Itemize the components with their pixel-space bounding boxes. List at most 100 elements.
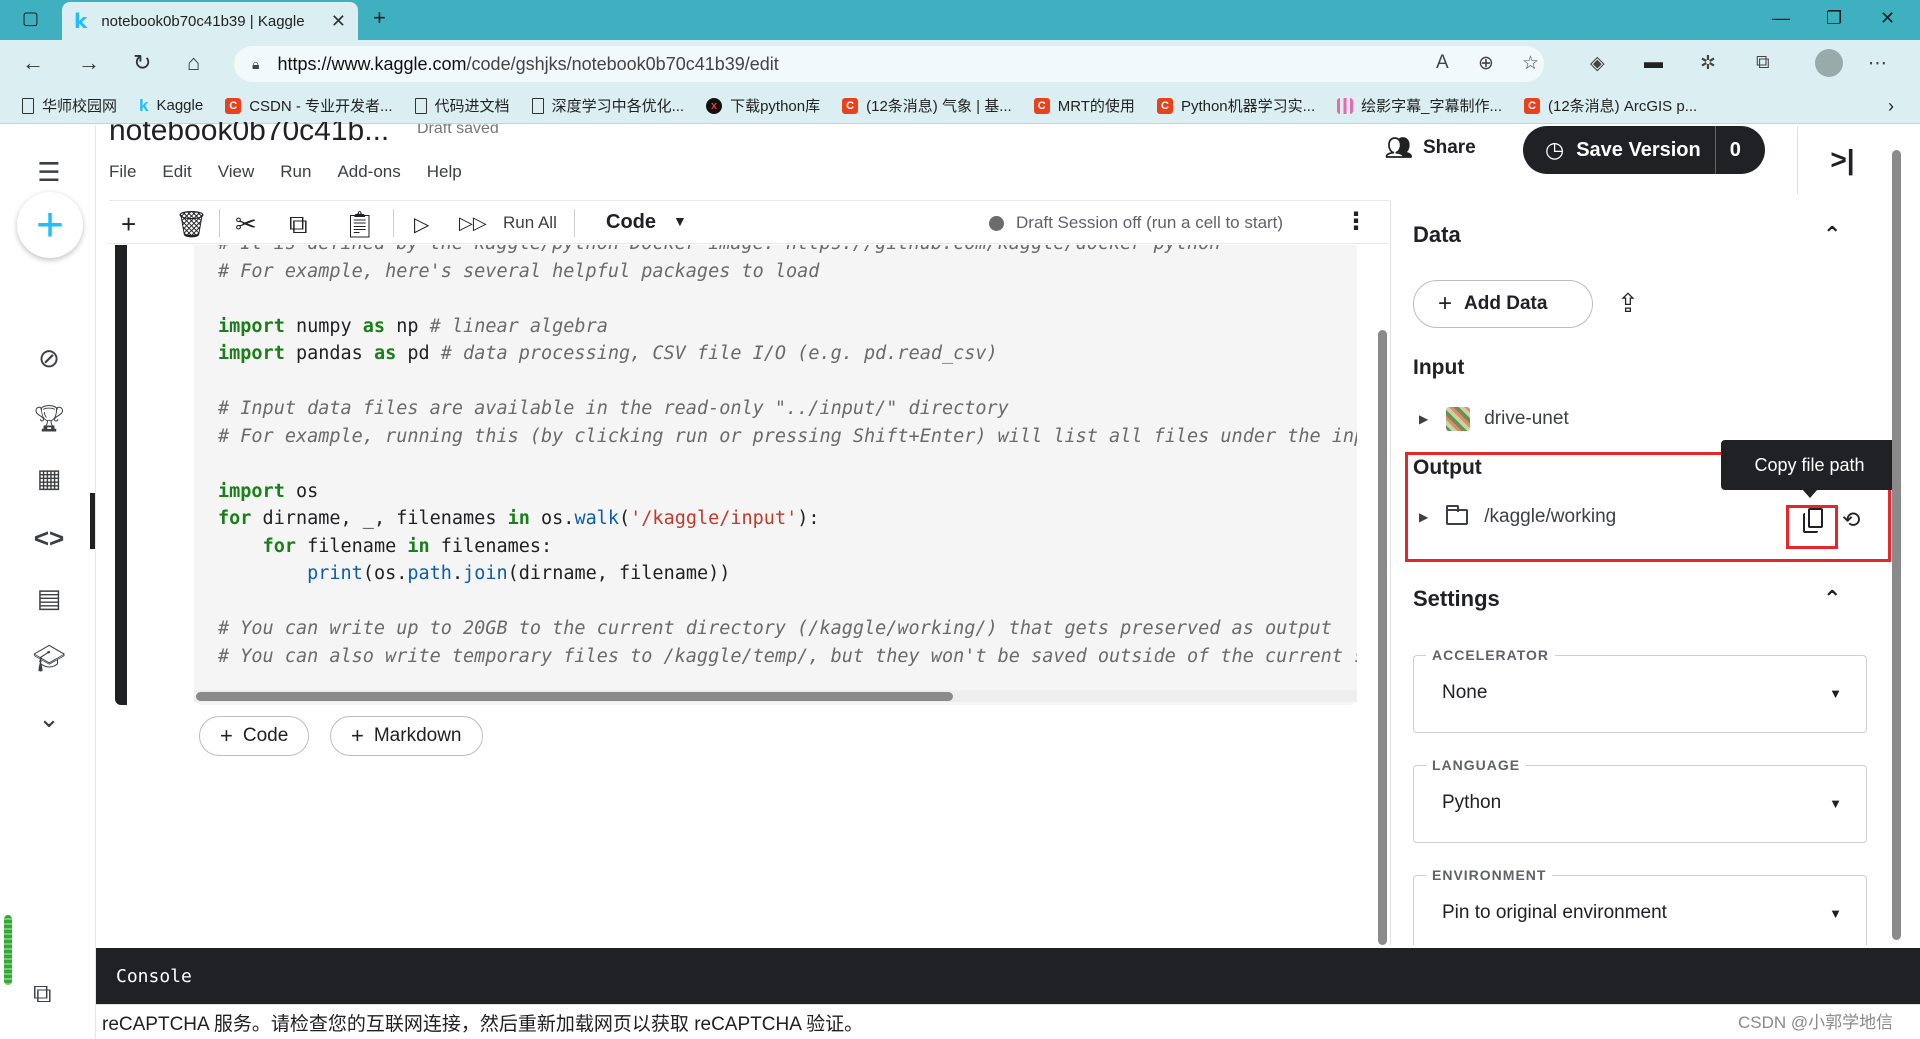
address-bar-row: ← → ↻ ⌂ 🔒︎ https://www.kaggle.com/code/g…	[0, 40, 1920, 88]
bookmark-item[interactable]: C CSDN - 专业开发者...	[225, 95, 393, 116]
more-vert-icon[interactable]: ⋮	[1344, 207, 1368, 236]
input-dataset-item[interactable]: ▶ drive-unet	[1419, 407, 1569, 431]
console-message: reCAPTCHA 服务。请检查您的互联网连接，然后重新加载网页以获取 reCA…	[96, 1004, 1920, 1039]
browser-tab-active[interactable]: k notebook0b70c41b39 | Kaggle ✕	[62, 2, 358, 40]
table-icon[interactable]: ▦	[34, 463, 64, 493]
toolbar-divider	[574, 209, 575, 237]
caret-down-icon: ▼	[1829, 796, 1842, 811]
menu-run[interactable]: Run	[280, 162, 311, 182]
csdn-c-icon: C	[225, 97, 242, 114]
chevron-up-icon[interactable]: ⌃	[1823, 586, 1841, 612]
session-status[interactable]: Draft Session off (run a cell to start)	[1016, 213, 1283, 233]
chevron-down-icon[interactable]: ⌄	[34, 703, 64, 733]
code-icon[interactable]: <>	[34, 523, 64, 553]
maximize-icon[interactable]: ❐	[1826, 8, 1842, 29]
main-vertical-scrollbar[interactable]	[1378, 330, 1387, 945]
read-aloud-icon[interactable]: A	[1436, 52, 1449, 74]
console-bar[interactable]: Console	[96, 948, 1920, 1004]
bookmark-item[interactable]: C (12条消息) ArcGIS p...	[1524, 95, 1697, 116]
people-icon: 👥︎	[1385, 135, 1413, 160]
tab-actions-icon[interactable]: ▢	[22, 8, 39, 29]
menu-edit[interactable]: Edit	[162, 162, 191, 182]
pages-icon[interactable]: ⧉	[33, 978, 52, 1010]
profile-avatar[interactable]	[1815, 49, 1843, 77]
zoom-icon[interactable]: ⊕	[1478, 52, 1494, 75]
shield-extension-icon[interactable]: ◈	[1590, 52, 1605, 75]
copy-icon[interactable]: ⧉	[289, 209, 308, 241]
accelerator-select[interactable]: ACCELERATOR None ▼	[1413, 647, 1867, 733]
code-editor[interactable]: # It is defined by the kaggle/python Doc…	[194, 245, 1357, 705]
run-all-icon[interactable]: ▷▷	[459, 213, 487, 234]
csdn-c-icon: C	[1033, 97, 1050, 114]
more-menu-icon[interactable]: ⋯	[1868, 52, 1887, 75]
menu-view[interactable]: View	[218, 162, 255, 182]
bookmark-item[interactable]: 华师校园网	[22, 95, 117, 116]
url-input[interactable]: 🔒︎ https://www.kaggle.com/code/gshjks/no…	[234, 46, 1544, 82]
new-tab-icon[interactable]: +	[373, 5, 386, 31]
refresh-icon[interactable]: ⟲	[1842, 507, 1860, 533]
environment-select[interactable]: ENVIRONMENT Pin to original environment …	[1413, 867, 1867, 945]
add-markdown-cell-button[interactable]: + Markdown	[330, 716, 483, 756]
watermark-text: CSDN @小郭学地信	[1738, 1013, 1894, 1032]
dark-circle-icon: x	[706, 97, 723, 114]
share-button[interactable]: 👥︎ Share	[1385, 135, 1476, 161]
extension-icon[interactable]: ▬	[1644, 52, 1663, 74]
save-version-button[interactable]: ◷ Save Version 0	[1523, 126, 1765, 174]
bookmark-item[interactable]: 深度学习中各优化...	[531, 95, 684, 116]
add-code-cell-button[interactable]: + Code	[199, 716, 310, 756]
reload-icon[interactable]: ↻	[133, 50, 151, 76]
minimize-icon[interactable]: —	[1772, 8, 1790, 29]
plus-icon: +	[1438, 290, 1453, 317]
bookmark-item[interactable]: 绘影字幕_字幕制作...	[1337, 95, 1502, 116]
forward-icon[interactable]: →	[78, 50, 100, 76]
learn-cap-icon[interactable]: 🎓︎	[33, 643, 66, 673]
extensions-puzzle-icon[interactable]: ✲	[1700, 52, 1716, 75]
compass-icon[interactable]: ⊘	[34, 343, 64, 373]
side-widget-bar[interactable]	[4, 915, 12, 985]
bookmarks-overflow-icon[interactable]: ›	[1888, 96, 1894, 117]
language-select[interactable]: LANGUAGE Python ▼	[1413, 757, 1867, 843]
bookmark-item[interactable]: C Python机器学习实...	[1156, 95, 1315, 116]
collections-icon[interactable]: ⧉	[1756, 52, 1770, 74]
bookmark-item[interactable]: C MRT的使用	[1033, 95, 1135, 116]
menu-file[interactable]: File	[109, 162, 136, 182]
panel-vertical-scrollbar[interactable]	[1892, 150, 1901, 940]
tooltip-arrow	[1802, 489, 1818, 498]
run-cell-icon[interactable]: ▷	[414, 212, 429, 237]
hamburger-menu-icon[interactable]: ☰	[34, 157, 64, 187]
toolbar-divider	[393, 209, 394, 237]
expand-triangle-icon[interactable]: ▶	[1419, 412, 1428, 426]
trophy-icon[interactable]: 🏆︎	[33, 403, 66, 433]
cut-icon[interactable]: ✂	[235, 209, 257, 240]
bookmark-item[interactable]: k Kaggle	[139, 95, 203, 115]
upload-icon[interactable]: ⇪	[1617, 288, 1639, 319]
back-icon[interactable]: ←	[22, 50, 44, 76]
add-cell-icon[interactable]: +	[121, 209, 136, 240]
bookmark-item[interactable]: x 下载python库	[706, 95, 820, 116]
paste-icon[interactable]: 📋︎	[343, 209, 376, 240]
data-section-header: Data	[1413, 222, 1461, 247]
create-button[interactable]: +	[17, 192, 83, 258]
bookmark-item[interactable]: 代码进文档	[414, 95, 510, 116]
caret-down-icon[interactable]: ▼	[673, 213, 687, 229]
home-icon[interactable]: ⌂	[187, 50, 200, 76]
cell-type-select[interactable]: Code	[606, 211, 656, 234]
plus-icon: +	[220, 723, 233, 748]
notebook-title[interactable]: notebook0b70c41b...	[109, 122, 389, 152]
horizontal-scroll-thumb[interactable]	[196, 692, 953, 701]
bookmark-item[interactable]: C (12条消息) 气象 | 基...	[842, 95, 1012, 116]
discussion-icon[interactable]: ▤	[34, 583, 64, 613]
run-all-button[interactable]: Run All	[503, 213, 557, 233]
chevron-up-icon[interactable]: ⌃	[1823, 222, 1841, 248]
delete-icon[interactable]: 🗑︎	[175, 209, 208, 240]
csdn-c-icon: C	[842, 97, 859, 114]
window-close-icon[interactable]: ✕	[1880, 8, 1895, 29]
collapse-panel-icon[interactable]: >|	[1797, 126, 1887, 194]
kaggle-k-icon: k	[139, 95, 149, 115]
menu-help[interactable]: Help	[427, 162, 462, 182]
menu-addons[interactable]: Add-ons	[337, 162, 400, 182]
code-cell[interactable]: # It is defined by the kaggle/python Doc…	[115, 245, 1357, 707]
add-data-button[interactable]: + Add Data	[1413, 280, 1593, 328]
close-tab-icon[interactable]: ✕	[331, 11, 346, 32]
favorite-icon[interactable]: ☆	[1522, 52, 1539, 75]
